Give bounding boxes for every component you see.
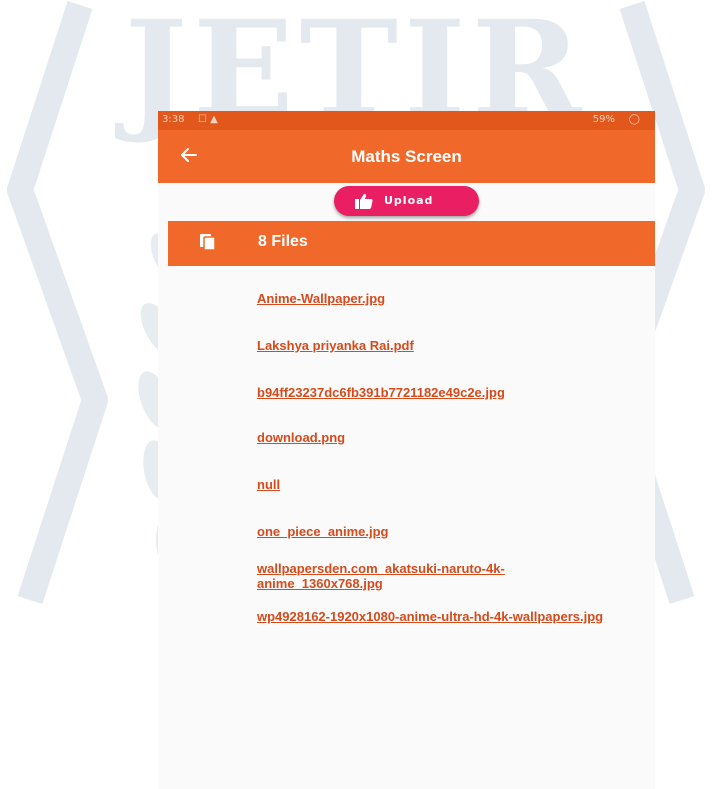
file-link[interactable]: wp4928162-1920x1080-anime-ultra-hd-4k-wa…	[257, 609, 607, 624]
phone-screen: 3:38 ☐ ▲ 59% ◯ Maths Screen Upload 8 Fil…	[158, 111, 655, 789]
file-link[interactable]: Lakshya priyanka Rai.pdf	[257, 338, 647, 353]
file-link[interactable]: download.png	[257, 430, 647, 445]
watermark-left-bracket	[7, 0, 108, 605]
file-link[interactable]: null	[257, 477, 647, 492]
file-link[interactable]: wallpapersden.com_akatsuki-naruto-4k-ani…	[257, 561, 627, 591]
file-link[interactable]: one_piece_anime.jpg	[257, 524, 647, 539]
file-link[interactable]: b94ff23237dc6fb391b7721182e49c2e.jpg	[257, 385, 647, 400]
file-list: Anime-Wallpaper.jpg Lakshya priyanka Rai…	[158, 111, 655, 789]
file-link[interactable]: Anime-Wallpaper.jpg	[257, 291, 647, 306]
